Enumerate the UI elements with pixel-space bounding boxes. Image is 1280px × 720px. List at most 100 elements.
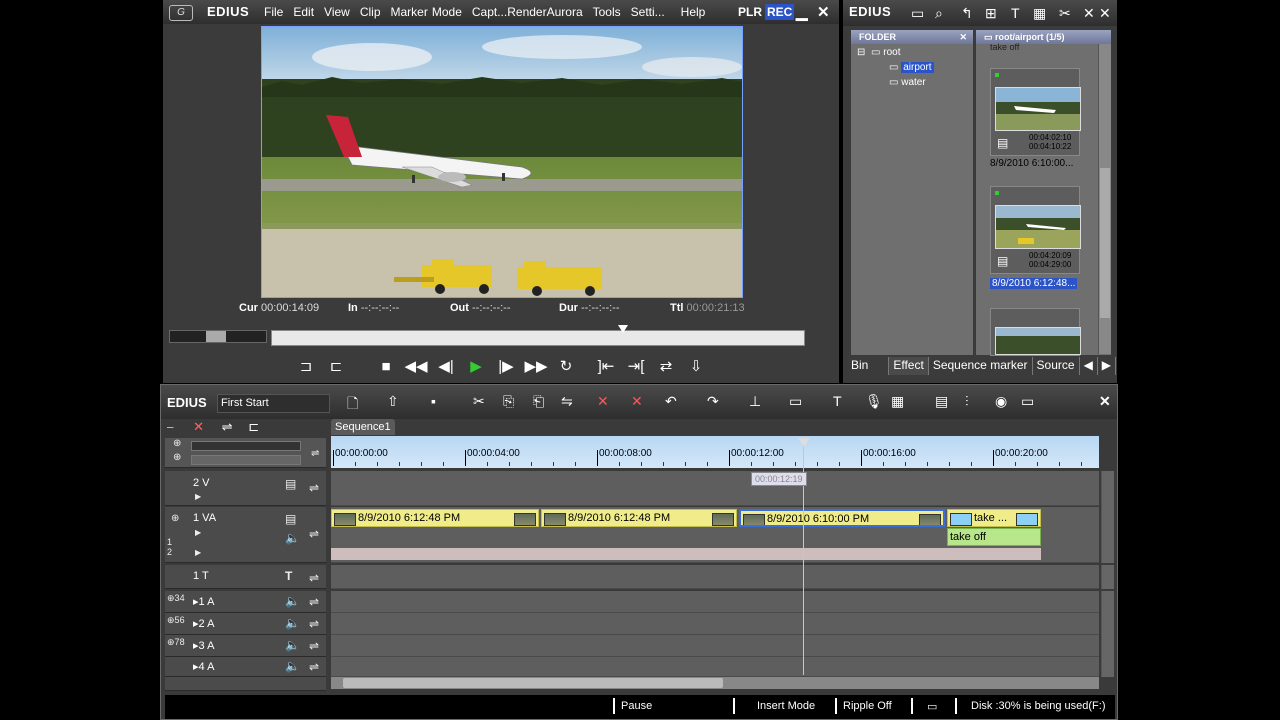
track-patch[interactable]: ⊕78 (167, 637, 185, 648)
menu-tools[interactable]: Tools (593, 5, 621, 19)
track-header-1t[interactable]: 1 T T ⇌ (165, 565, 326, 589)
monitor-icon[interactable]: ▭ (927, 700, 937, 713)
save-icon[interactable]: ▪ (431, 393, 436, 409)
tab-sequence-marker[interactable]: Sequence marker (929, 357, 1033, 375)
expand-icon-audio[interactable]: ▶ (195, 548, 201, 557)
tab-bin[interactable]: Bin (847, 357, 890, 375)
tab-effect[interactable]: Effect (889, 357, 929, 375)
close-icon[interactable]: ✕ (817, 3, 830, 21)
clip-label-1[interactable]: 8/9/2010 6:10:00... (990, 158, 1073, 169)
video-tracks-scrollbar[interactable] (1101, 471, 1114, 563)
track-header-1va[interactable]: ⊕ 12 1 VA ▶ ▶ ▤ 🔈 ⇌ (165, 507, 326, 563)
delete-icon[interactable]: ✕ (597, 393, 609, 410)
transition-icon[interactable]: ▭ (789, 393, 802, 410)
microphone-icon[interactable]: 🎙 (865, 393, 883, 410)
track-sync-icon[interactable]: ⇌ (309, 481, 319, 495)
track-sync-icon[interactable]: ⇌ (309, 527, 319, 541)
title-track-icon[interactable]: T (285, 569, 292, 583)
timeline-clip-4[interactable]: take ... (947, 509, 1041, 527)
menu-capture[interactable]: Capt... (472, 5, 507, 19)
close-icon[interactable]: ✕ (1099, 5, 1111, 22)
track-1a[interactable] (331, 591, 1099, 613)
track-3a[interactable] (331, 635, 1099, 657)
stop-icon[interactable]: ■ (371, 356, 401, 378)
zoom-select[interactable] (191, 455, 301, 465)
track-2v[interactable] (331, 471, 1099, 506)
track-sync-icon[interactable]: ⇌ (309, 571, 319, 585)
menu-help[interactable]: Help (681, 5, 706, 19)
menu-aurora[interactable]: Aurora (547, 5, 583, 19)
timeline-ruler[interactable]: 00:00:00:00 00:00:04:00 00:00:08:00 00:00:1… (331, 436, 1099, 468)
timeline-clip-3[interactable]: 8/9/2010 6:10:00 PM (739, 509, 945, 527)
speaker-icon[interactable]: 🔈 (285, 594, 300, 608)
copy-icon[interactable]: ⎘ (503, 393, 514, 410)
sequence-tab[interactable]: Sequence1 (331, 419, 395, 435)
track-patch[interactable]: ⊕34 (167, 593, 185, 604)
fast-forward-icon[interactable]: ▶▶ (521, 356, 551, 378)
ruler-lock-icon[interactable]: ⊕ (173, 438, 181, 449)
paste-icon[interactable]: ⎗ (533, 393, 544, 410)
plr-toggle[interactable]: PLR (738, 5, 762, 19)
timeline-clip-1[interactable]: 8/9/2010 6:12:48 PM (331, 509, 539, 527)
color-bars-icon[interactable]: ▦ (1033, 5, 1046, 22)
play-icon[interactable]: ▶ (461, 356, 491, 378)
undo-icon[interactable]: ↶ (665, 393, 677, 410)
zoom-slider[interactable] (191, 441, 301, 451)
ripple-delete-icon[interactable]: ✕ (631, 393, 643, 410)
new-sequence-icon[interactable]: 🗋 (347, 393, 358, 417)
mixer-icon[interactable]: ▦ (891, 393, 904, 410)
track-patch[interactable]: ⊕56 (167, 615, 185, 626)
track-header-4a[interactable]: ▸4 A 🔈 ⇌ (165, 657, 326, 677)
track-4a[interactable] (331, 657, 1099, 677)
tab-source[interactable]: Source (1033, 357, 1080, 375)
ripple-icon[interactable]: ⇄ (651, 356, 681, 378)
title-icon[interactable]: T (1011, 5, 1020, 21)
track-header-2v[interactable]: 2 V ▶ ▤ ⇌ (165, 471, 326, 506)
set-in-icon[interactable]: ⊐ (291, 356, 321, 378)
menu-marker[interactable]: Marker (391, 5, 428, 19)
shuttle-knob[interactable] (206, 331, 226, 342)
timeline-clip-2[interactable]: 8/9/2010 6:12:48 PM (541, 509, 737, 527)
track-patch[interactable]: 12 (167, 537, 172, 557)
hscroll-thumb[interactable] (343, 678, 723, 688)
clip-thumb-1[interactable]: ▤ 00:04:02:10 00:04:10:22 (990, 68, 1081, 156)
expand-icon[interactable]: ▶ (195, 492, 201, 501)
link-mode-icon[interactable]: ⎯ (167, 419, 174, 434)
track-lock-icon[interactable]: ⊕ (171, 513, 179, 524)
video-mute-icon[interactable]: ▤ (285, 477, 296, 491)
menu-view[interactable]: View (324, 5, 350, 19)
position-playhead[interactable] (618, 325, 629, 333)
rewind-icon[interactable]: ◀◀ (401, 356, 431, 378)
cut-icon[interactable]: ✂ (1059, 5, 1071, 22)
tab-scroll-right-icon[interactable]: ▶ (1098, 357, 1117, 375)
status-insert-mode[interactable]: Insert Mode (757, 700, 815, 712)
layout-icon[interactable]: ▭ (1021, 393, 1034, 410)
sync-mode-icon[interactable]: ⇌ (222, 419, 233, 434)
timeline-hscrollbar[interactable] (331, 677, 1099, 689)
track-header-1a[interactable]: ⊕34 ▸1 A 🔈 ⇌ (165, 591, 326, 613)
track-1t[interactable] (331, 565, 1099, 589)
step-forward-icon[interactable]: |▶ (491, 356, 521, 378)
overwrite-icon[interactable]: ⇥[ (621, 356, 651, 378)
tree-water[interactable]: ▭ water (889, 77, 926, 88)
track-sync-icon[interactable]: ⇌ (309, 660, 319, 674)
clip-label-2[interactable]: 8/9/2010 6:12:48... (990, 278, 1078, 289)
close-icon[interactable]: ✕ (1099, 393, 1111, 410)
add-cut-icon[interactable]: ⊥ (749, 393, 761, 410)
playhead-marker[interactable] (798, 438, 810, 447)
folder-close-icon[interactable]: ✕ (959, 30, 967, 44)
tree-root[interactable]: ▭ root (871, 47, 900, 58)
step-back-icon[interactable]: ◀| (431, 356, 461, 378)
tree-collapse-icon[interactable]: ⊟ (857, 47, 865, 58)
speaker-icon[interactable]: 🔈 (285, 616, 300, 630)
ruler-sync-icon[interactable]: ⇌ (311, 448, 319, 459)
title-icon[interactable]: T (833, 393, 842, 409)
speaker-icon[interactable]: 🔈 (285, 659, 300, 673)
replace-icon[interactable]: ⇋ (561, 393, 573, 410)
track-sync-icon[interactable]: ⇌ (309, 639, 319, 653)
scrollbar-thumb[interactable] (1100, 168, 1110, 318)
speaker-icon[interactable]: 🔈 (285, 638, 300, 652)
speaker-icon[interactable]: 🔈 (285, 531, 300, 545)
up-folder-icon[interactable]: ↰ (961, 5, 973, 22)
cut-icon[interactable]: ✂ (473, 393, 485, 410)
